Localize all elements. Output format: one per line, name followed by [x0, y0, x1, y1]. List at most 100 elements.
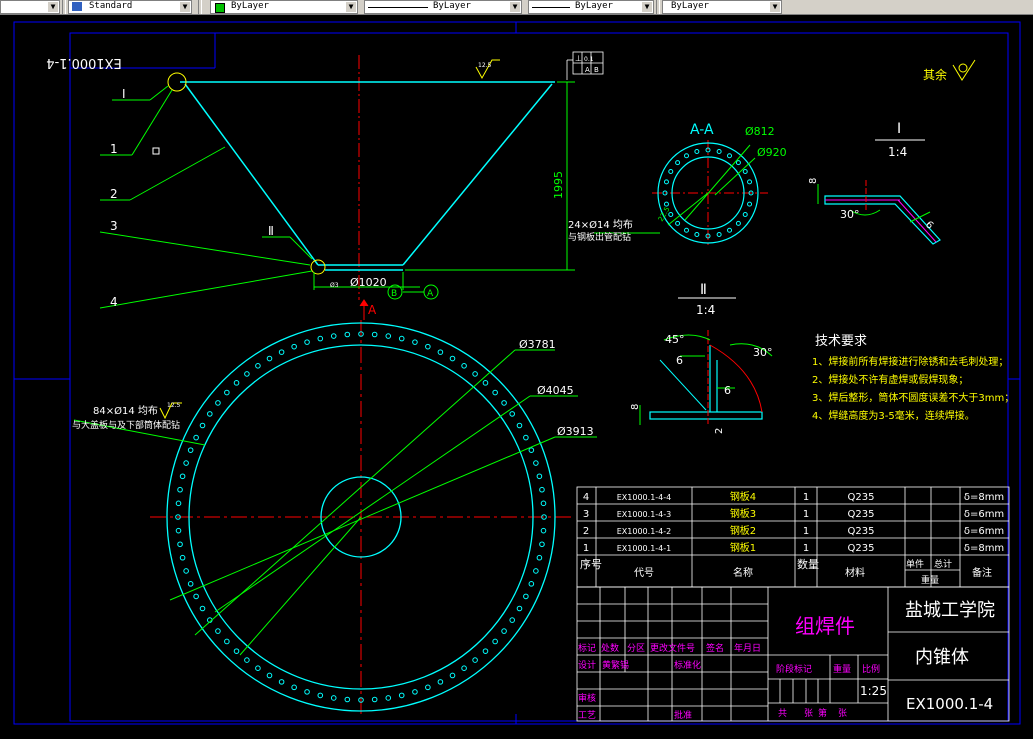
- bolt-hole: [540, 500, 547, 507]
- bolt-hole: [533, 460, 539, 466]
- bolt-hole: [371, 696, 378, 703]
- chevron-down-icon[interactable]: ▼: [510, 2, 520, 12]
- linetype-dropdown[interactable]: ByLayer ▼: [364, 0, 522, 14]
- tb-label-sheet-no: 第: [818, 707, 827, 719]
- bolt-hole: [675, 160, 681, 166]
- detail-2-title: Ⅱ: [700, 282, 707, 298]
- bolt-hole: [663, 179, 669, 185]
- bolt-hole: [177, 486, 183, 493]
- bom-cell-note: δ=8mm: [964, 543, 1004, 554]
- bom-header-no: 序号: [580, 557, 602, 571]
- chevron-down-icon[interactable]: ▼: [48, 2, 58, 12]
- tolerance-datum-b: B: [594, 66, 599, 74]
- bolt-hole: [385, 333, 392, 339]
- datum-a-label: A: [427, 289, 434, 299]
- tech-req-item-1: 1、焊接前所有焊接进行除锈和去毛刺处理；: [812, 355, 1008, 368]
- bolt-hole: [244, 371, 250, 377]
- leader-label-1: 1: [110, 142, 118, 156]
- bom-cell-code: EX1000.1-4-4: [617, 493, 671, 502]
- tb-label-standard: 标准化: [674, 659, 701, 671]
- lineweight-dropdown[interactable]: ByLayer ▼: [528, 0, 654, 14]
- chevron-down-icon[interactable]: ▼: [642, 2, 652, 12]
- properties-toolbar: ▼ Standard ▼ ByLayer ▼ ByLayer ▼ ByLayer…: [0, 0, 1033, 15]
- bolt-hole: [224, 638, 230, 645]
- bolt-hole: [501, 400, 507, 406]
- bolt-hole: [266, 355, 273, 362]
- bolt-hole: [536, 473, 543, 480]
- bolt-hole: [472, 657, 478, 663]
- bolt-hole: [183, 460, 189, 466]
- tb-label-zone: 分区: [627, 643, 645, 654]
- bolt-hole: [193, 593, 199, 600]
- flange-roughness-value: 12.5: [167, 402, 181, 409]
- bom-header-material: 材料: [845, 566, 865, 579]
- bolt-hole: [539, 486, 545, 493]
- plotstyle-dropdown[interactable]: ByLayer ▼: [662, 0, 782, 14]
- bolt-hole: [291, 343, 297, 350]
- leader-label-detail-2: Ⅱ: [268, 224, 274, 238]
- bolt-hole: [742, 212, 748, 217]
- bolt-hole: [540, 527, 547, 534]
- bom-cell-note: δ=8mm: [964, 492, 1004, 503]
- color-dropdown[interactable]: ByLayer ▼: [210, 0, 358, 14]
- bolt-hole: [668, 169, 674, 174]
- bolt-hole: [344, 696, 351, 703]
- detail-1-view: I 1:4 8 30° 6: [808, 121, 941, 245]
- bom-cell-qty: 1: [803, 543, 809, 554]
- bom-cell-material: Q235: [848, 543, 875, 554]
- detail-1-thickness: 8: [808, 178, 819, 184]
- drawing-scale: 1:25: [860, 684, 887, 698]
- bolt-hole: [449, 355, 456, 362]
- color-swatch-icon: [215, 3, 225, 13]
- aa-hole-note: 24×Ø14 均布: [568, 219, 633, 231]
- bolt-hole: [371, 331, 378, 338]
- bolt-hole: [206, 411, 213, 417]
- bolt-hole: [528, 581, 535, 587]
- bolt-hole: [385, 695, 392, 701]
- tb-label-approve: 批准: [674, 709, 692, 721]
- chevron-down-icon[interactable]: ▼: [770, 2, 780, 12]
- plotstyle-value: ByLayer: [671, 1, 709, 11]
- lineweight-value: ByLayer: [575, 1, 613, 11]
- tb-label-count: 处数: [601, 642, 619, 654]
- chevron-down-icon[interactable]: ▼: [346, 2, 356, 12]
- section-aa-title: A-A: [690, 122, 714, 138]
- aa-hole-note-2: 与钢板出管配钻: [568, 231, 631, 243]
- tb-label-sign: 签名: [706, 642, 724, 654]
- toolbar-separator: [656, 0, 660, 14]
- detail-2-angle-45: 45°: [665, 333, 685, 346]
- tb-label-date: 年月日: [734, 642, 761, 654]
- cursor-pickbox: [152, 147, 160, 155]
- layer-dropdown[interactable]: ▼: [0, 0, 60, 14]
- drawing-canvas[interactable]: EX1000.1-4 其余 1995 ⊥ 0.1 A B 12.5 I 1 2 …: [0, 15, 1033, 739]
- detail-2-dim-2: 2: [714, 428, 725, 434]
- bolt-hole: [449, 672, 456, 679]
- bolt-hole: [539, 541, 545, 548]
- bolt-hole: [179, 554, 186, 561]
- bom-header-note: 备注: [972, 566, 992, 579]
- technical-requirements: 技术要求 1、焊接前所有焊接进行除锈和去毛刺处理； 2、焊接处不许有虚焊或假焊现…: [812, 334, 1014, 422]
- text-style-dropdown[interactable]: Standard ▼: [68, 0, 192, 14]
- detail-2-angle-30: 30°: [753, 346, 773, 359]
- tb-label-weight: 重量: [833, 663, 851, 675]
- bolt-hole: [533, 568, 539, 574]
- bolt-hole: [199, 422, 206, 429]
- leader-label-2: 2: [110, 187, 118, 201]
- bottom-small-note: Ø3: [330, 282, 339, 289]
- tb-label-design: 设计: [578, 659, 596, 671]
- bolt-hole: [304, 689, 310, 695]
- bom-cell-code: EX1000.1-4-3: [617, 510, 671, 519]
- bolt-hole: [330, 695, 337, 701]
- bolt-hole: [747, 179, 753, 185]
- bill-of-materials: 4 EX1000.1-4-4 钢板4 1 Q235 δ=8mm 3 EX1000.1-4-3 钢…: [576, 486, 1010, 588]
- detail-2-dim-6b: 6: [724, 384, 731, 397]
- bom-cell-name: 钢板3: [730, 507, 756, 520]
- chevron-down-icon[interactable]: ▼: [180, 2, 190, 12]
- height-dimension: 1995: [552, 171, 565, 199]
- bolt-hole: [675, 220, 681, 226]
- bom-cell-note: δ=6mm: [964, 526, 1004, 537]
- detail-2-dim-6a: 6: [676, 354, 683, 367]
- flange-hole-note: 84×Ø14 均布: [93, 405, 158, 417]
- tolerance-datum-a: A: [585, 66, 590, 74]
- bolt-hole: [412, 339, 418, 345]
